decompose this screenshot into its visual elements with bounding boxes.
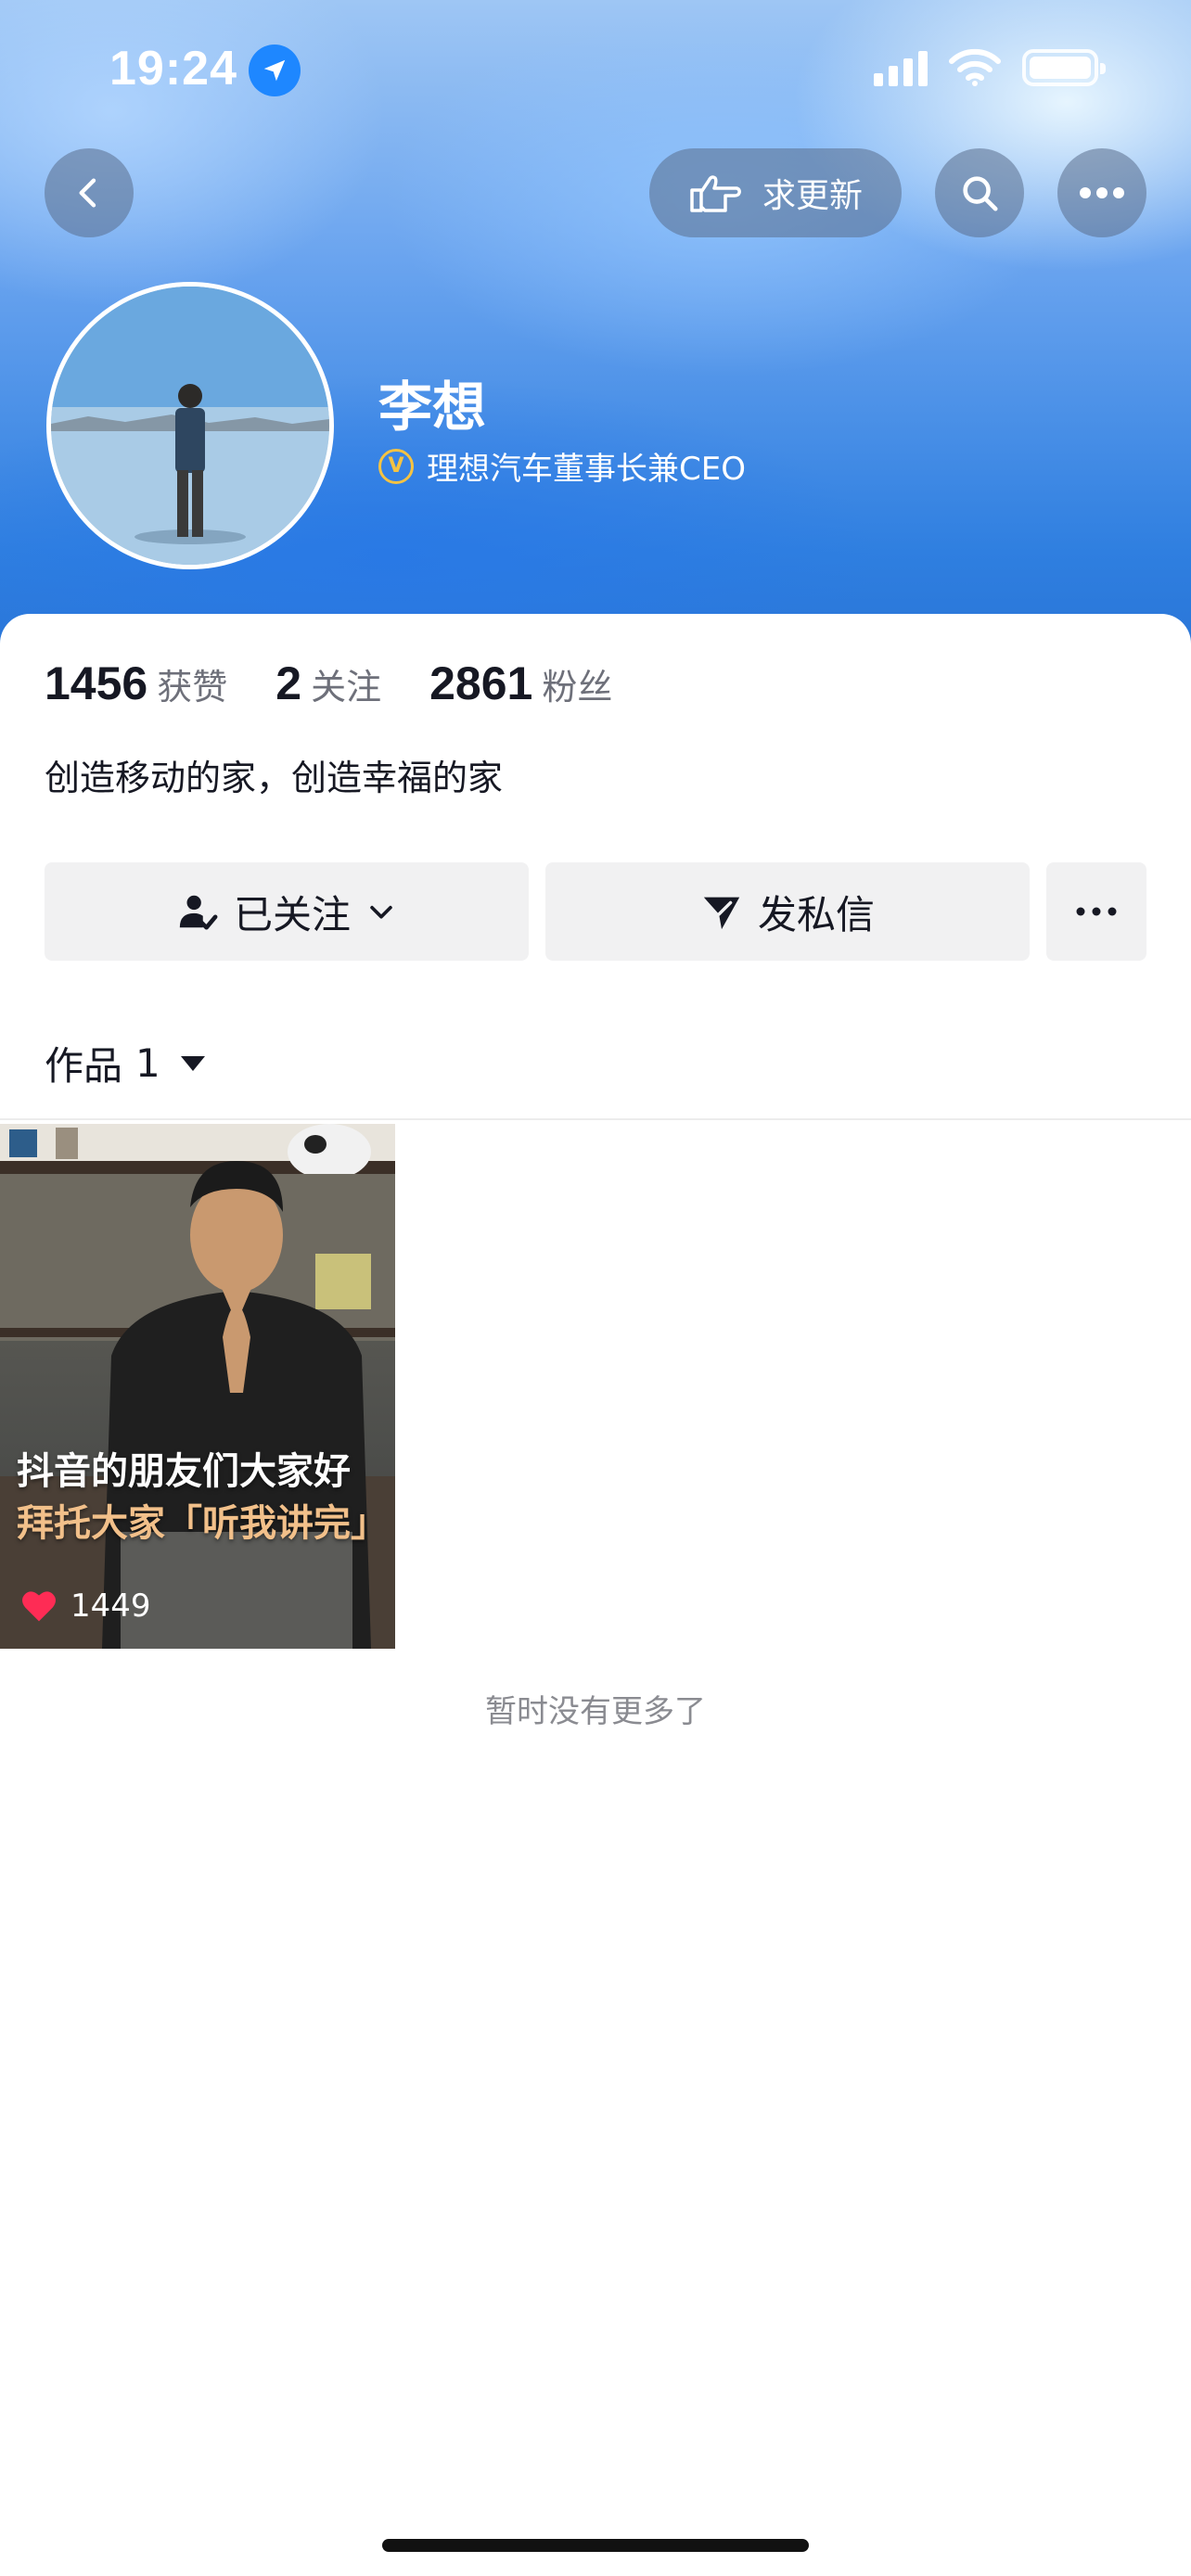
send-message-label: 发私信 — [757, 891, 875, 937]
stat-following[interactable]: 2 关注 — [275, 657, 381, 710]
stat-value: 2861 — [429, 657, 533, 709]
more-actions-button[interactable] — [1046, 862, 1146, 961]
paper-plane-icon — [703, 897, 740, 930]
more-button[interactable] — [1057, 148, 1146, 237]
more-horizontal-icon — [1080, 187, 1124, 198]
status-time: 19:24 — [109, 42, 237, 96]
stat-likes: 1456 获赞 — [45, 657, 227, 710]
stat-label: 关注 — [311, 667, 382, 708]
no-more-content-text: 暂时没有更多了 — [485, 1693, 706, 1730]
verification-row: V 理想汽车董事长兼CEO — [378, 443, 746, 489]
caret-down-icon — [180, 1055, 205, 1071]
search-icon — [963, 176, 998, 211]
request-update-label: 求更新 — [762, 177, 863, 215]
user-check-icon — [179, 895, 218, 930]
hand-point-icon — [690, 175, 741, 212]
request-update-button[interactable]: 求更新 — [649, 148, 902, 237]
video-caption-line1: 抖音的朋友们大家好 — [17, 1450, 351, 1493]
avatar[interactable] — [46, 282, 334, 569]
profile-name: 李想 — [378, 376, 487, 439]
video-caption-line2: 拜托大家「听我讲完」 — [17, 1502, 388, 1545]
followed-button[interactable]: 已关注 — [45, 862, 529, 961]
verified-badge-icon: V — [378, 448, 414, 484]
stat-label: 粉丝 — [542, 667, 613, 708]
stat-label: 获赞 — [157, 667, 228, 708]
tabs-divider — [0, 1118, 1191, 1120]
tab-works[interactable]: 作品 1 — [45, 1035, 205, 1091]
heart-icon — [22, 1591, 56, 1622]
profile-bio: 创造移动的家，创造幸福的家 — [45, 758, 504, 798]
stats-row: 1456 获赞 2 关注 2861 粉丝 — [45, 657, 660, 710]
stat-value: 1456 — [45, 657, 148, 709]
back-button[interactable] — [45, 148, 134, 237]
video-likes: 1449 — [20, 1588, 151, 1625]
video-cover-image — [0, 1124, 395, 1649]
video-like-count: 1449 — [70, 1588, 151, 1625]
send-message-button[interactable]: 发私信 — [545, 862, 1030, 961]
chevron-left-icon — [79, 178, 96, 208]
video-thumbnail[interactable]: 抖音的朋友们大家好 拜托大家「听我讲完」 1449 — [0, 1124, 395, 1649]
more-horizontal-icon — [1076, 907, 1117, 916]
chevron-down-icon — [370, 905, 392, 919]
stat-value: 2 — [275, 657, 302, 709]
stat-followers[interactable]: 2861 粉丝 — [429, 657, 612, 710]
battery-icon — [1022, 49, 1106, 86]
avatar-photo — [51, 287, 329, 565]
location-arrow-icon — [249, 45, 301, 96]
verification-text: 理想汽车董事长兼CEO — [427, 451, 746, 488]
cellular-signal-icon — [874, 49, 928, 86]
followed-label: 已关注 — [233, 891, 351, 937]
tab-works-label: 作品 — [45, 1043, 123, 1089]
tab-works-count: 1 — [135, 1040, 160, 1086]
status-bar: 19:24 — [0, 0, 1191, 139]
search-button[interactable] — [935, 148, 1024, 237]
wifi-icon — [949, 48, 1001, 86]
home-indicator[interactable] — [382, 2539, 809, 2552]
